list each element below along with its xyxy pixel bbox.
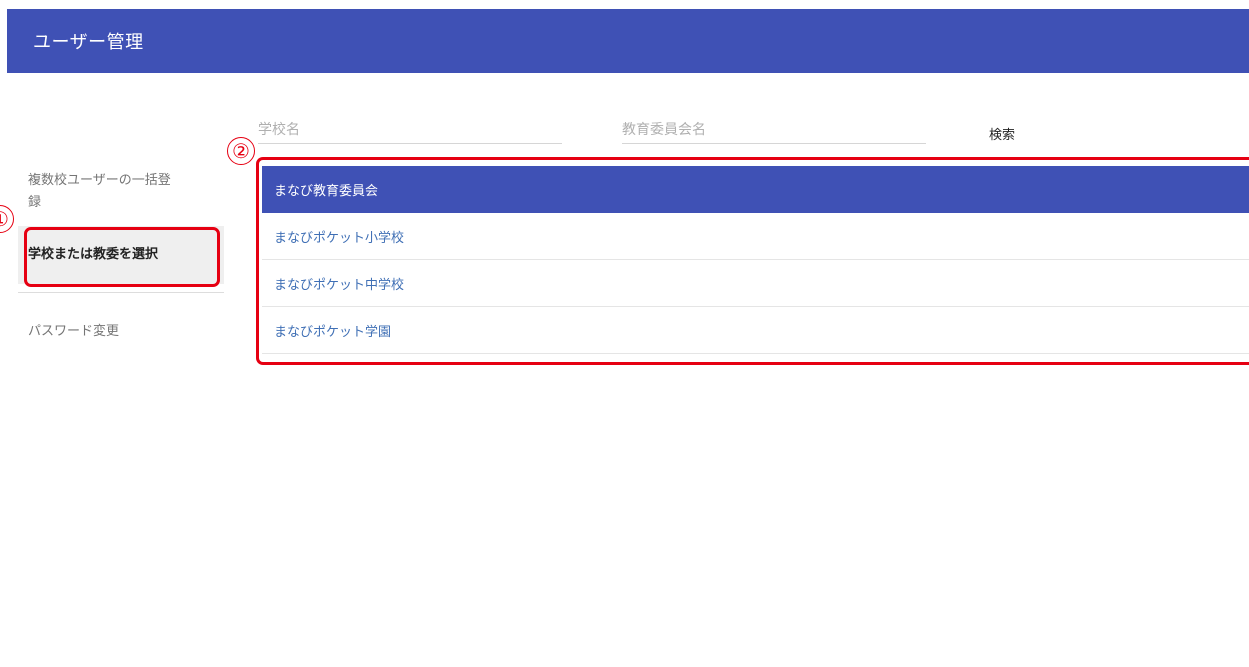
- search-button[interactable]: 検索: [989, 124, 1015, 143]
- annotation-box-1: [24, 227, 220, 287]
- board-name-input[interactable]: 教育委員会名: [622, 114, 926, 144]
- page-title: ユーザー管理: [33, 32, 144, 53]
- annotation-box-2: [256, 157, 1249, 365]
- sidebar-divider: [18, 292, 224, 293]
- sidebar-item-change-password[interactable]: パスワード変更: [18, 321, 224, 343]
- annotation-marker-1: ①: [0, 205, 14, 233]
- annotation-marker-2: ②: [227, 137, 255, 165]
- sidebar-item-bulk-register[interactable]: 複数校ユーザーの一括登録: [18, 170, 188, 214]
- school-name-input[interactable]: 学校名: [258, 114, 562, 144]
- app-header: ユーザー管理: [7, 9, 1249, 73]
